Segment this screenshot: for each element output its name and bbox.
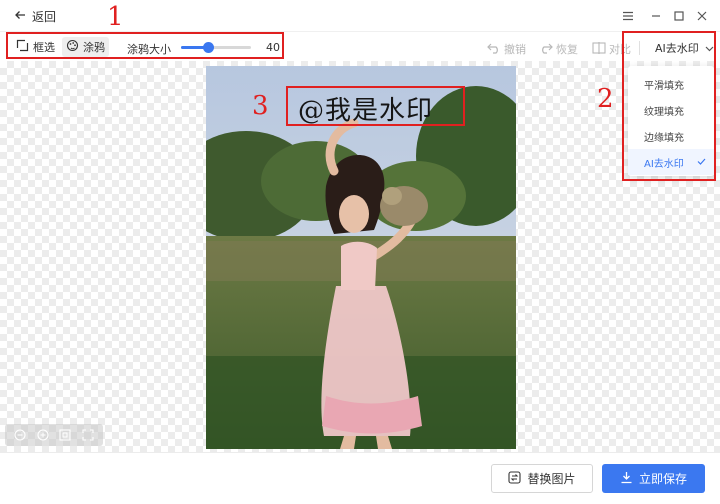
- back-label: 返回: [32, 9, 57, 24]
- menu-item-ai-watermark[interactable]: AI去水印: [628, 149, 714, 175]
- back-button[interactable]: 返回: [14, 7, 56, 25]
- brush-size-value: 40: [266, 41, 280, 54]
- arrow-left-icon: [14, 9, 26, 24]
- save-now-button[interactable]: 立即保存: [602, 464, 705, 493]
- fit-icon[interactable]: [58, 428, 72, 442]
- undo-icon: [487, 42, 501, 57]
- replace-icon: [508, 470, 522, 487]
- save-now-label: 立即保存: [638, 472, 687, 486]
- toolbar: 框选 涂鸦 涂鸦大小 40 撤销 恢复 对比 AI去水印: [0, 31, 720, 61]
- toolbar-divider: [639, 41, 640, 55]
- brush-tool-button[interactable]: 涂鸦: [62, 37, 109, 57]
- canvas-area[interactable]: @我是水印: [0, 61, 720, 452]
- check-icon: [697, 157, 706, 168]
- brush-size-label: 涂鸦大小: [127, 43, 171, 56]
- menu-item-label: AI去水印: [644, 158, 684, 170]
- redo-button[interactable]: 恢复: [539, 41, 578, 57]
- fill-mode-selected: AI去水印: [655, 42, 699, 55]
- app-window: 返回 框选 涂鸦 涂鸦大小 40 撤销 恢复 对比 AI去水印 @我是水印 平滑…: [0, 0, 720, 504]
- menu-item-label: 纹理填充: [644, 106, 684, 118]
- slider-thumb[interactable]: [202, 42, 214, 53]
- compare-button[interactable]: 对比: [592, 41, 631, 57]
- photo-image[interactable]: @我是水印: [206, 66, 516, 449]
- annotation-marker-2: 2: [597, 84, 614, 114]
- zoom-toolbar: [5, 424, 103, 446]
- redo-icon: [539, 42, 553, 57]
- fill-mode-menu: 平滑填充 纹理填充 边缘填充 AI去水印: [628, 66, 714, 176]
- menu-item-label: 平滑填充: [644, 80, 684, 92]
- brush-tool-label: 涂鸦: [83, 41, 105, 54]
- menu-item-smooth-fill[interactable]: 平滑填充: [628, 71, 714, 97]
- compare-icon: [592, 41, 606, 57]
- menu-item-label: 边缘填充: [644, 132, 684, 144]
- fullscreen-icon[interactable]: [81, 428, 95, 442]
- fill-mode-select[interactable]: AI去水印: [655, 40, 714, 56]
- menu-item-texture-fill[interactable]: 纹理填充: [628, 97, 714, 123]
- select-tool-label: 框选: [33, 41, 55, 54]
- annotation-marker-1: 1: [107, 2, 124, 32]
- annotation-marker-3: 3: [252, 91, 269, 121]
- menu-item-edge-fill[interactable]: 边缘填充: [628, 123, 714, 149]
- zoom-out-icon[interactable]: [13, 428, 27, 442]
- footer-bar: 替换图片 立即保存: [0, 452, 720, 504]
- maximize-icon[interactable]: [671, 8, 687, 24]
- minimize-icon[interactable]: [648, 8, 664, 24]
- brush-size-slider[interactable]: [181, 42, 251, 53]
- menu-icon[interactable]: [620, 8, 636, 24]
- compare-label: 对比: [609, 43, 631, 56]
- watermark-text: @我是水印: [298, 96, 434, 126]
- close-icon[interactable]: [694, 8, 710, 24]
- select-rect-icon: [16, 39, 29, 55]
- replace-image-button[interactable]: 替换图片: [491, 464, 593, 493]
- select-tool-button[interactable]: 框选: [12, 37, 59, 57]
- zoom-in-icon[interactable]: [36, 428, 50, 442]
- redo-label: 恢复: [556, 43, 578, 56]
- undo-button[interactable]: 撤销: [487, 41, 526, 57]
- undo-label: 撤销: [504, 43, 526, 56]
- chevron-down-icon: [705, 42, 714, 55]
- download-icon: [620, 471, 633, 487]
- replace-image-label: 替换图片: [527, 472, 576, 486]
- brush-icon: [66, 39, 79, 55]
